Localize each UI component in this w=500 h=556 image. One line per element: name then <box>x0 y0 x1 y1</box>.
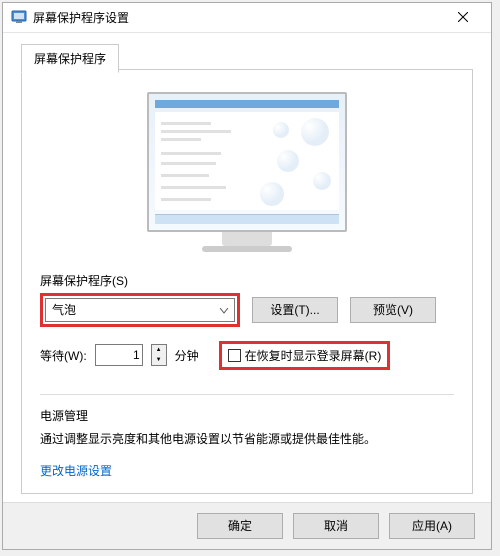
screensaver-section-label: 屏幕保护程序(S) <box>40 272 454 289</box>
change-power-settings-link[interactable]: 更改电源设置 <box>40 462 454 479</box>
ok-button[interactable]: 确定 <box>197 513 283 539</box>
window-icon <box>11 9 27 25</box>
power-section-title: 电源管理 <box>40 407 454 424</box>
dialog-button-bar: 确定 取消 应用(A) <box>3 502 491 549</box>
screensaver-dropdown[interactable]: 气泡 <box>45 298 235 322</box>
chevron-down-icon <box>220 303 228 317</box>
spin-up-button[interactable]: ▲ <box>152 345 166 355</box>
screensaver-select-row: 气泡 设置(T)... 预览(V) <box>40 293 454 327</box>
close-icon <box>458 12 468 22</box>
resume-logon-label: 在恢复时显示登录屏幕(R) <box>245 347 382 364</box>
content-area: 屏幕保护程序 <box>3 33 491 502</box>
window-title: 屏幕保护程序设置 <box>33 9 443 26</box>
wait-label: 等待(W): <box>40 347 87 364</box>
apply-button[interactable]: 应用(A) <box>389 513 475 539</box>
wait-row: 等待(W): ▲ ▼ 分钟 在恢复时显示登录屏幕(R) <box>40 341 454 370</box>
wait-minutes-input[interactable] <box>95 344 143 366</box>
close-button[interactable] <box>443 3 483 31</box>
tab-body: 屏幕保护程序(S) 气泡 设置(T)... 预览(V) 等待(W): <box>21 69 473 494</box>
screensaver-selected-value: 气泡 <box>52 301 76 318</box>
resume-logon-checkbox[interactable] <box>228 349 241 362</box>
spin-down-button[interactable]: ▼ <box>152 355 166 365</box>
power-section-desc: 通过调整显示亮度和其他电源设置以节省能源或提供最佳性能。 <box>40 430 454 448</box>
cancel-button[interactable]: 取消 <box>293 513 379 539</box>
highlight-select: 气泡 <box>40 293 240 327</box>
wait-unit: 分钟 <box>175 347 199 364</box>
screensaver-settings-window: 屏幕保护程序设置 屏幕保护程序 <box>2 2 492 550</box>
wait-spinner: ▲ ▼ <box>151 344 167 366</box>
tab-row: 屏幕保护程序 <box>21 43 473 69</box>
tab-screensaver[interactable]: 屏幕保护程序 <box>21 44 119 73</box>
highlight-checkbox: 在恢复时显示登录屏幕(R) <box>219 341 391 370</box>
screensaver-preview <box>40 92 454 252</box>
divider <box>40 394 454 395</box>
monitor-graphic <box>147 92 347 252</box>
settings-button[interactable]: 设置(T)... <box>252 297 338 323</box>
preview-button[interactable]: 预览(V) <box>350 297 436 323</box>
titlebar: 屏幕保护程序设置 <box>3 3 491 33</box>
